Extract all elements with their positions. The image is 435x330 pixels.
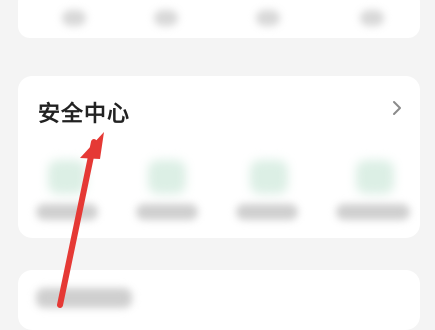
blurred-tool-icon[interactable] [48,160,86,194]
blurred-tool-icon[interactable] [250,160,288,194]
security-center-card[interactable]: 安全中心 [18,76,420,238]
blurred-shortcut-icon[interactable] [154,10,178,26]
top-shortcut-card [18,0,420,38]
chevron-right-icon[interactable] [392,100,402,116]
blurred-shortcut-icon[interactable] [62,10,86,26]
blurred-shortcut-icon[interactable] [256,10,280,26]
blurred-tool-label [36,204,98,220]
blurred-shortcut-icon[interactable] [360,10,384,26]
bottom-card [18,270,420,330]
blurred-tool-label [336,204,410,220]
blurred-tool-label [236,204,298,220]
blurred-tool-icon[interactable] [356,160,394,194]
blurred-tool-label [136,204,198,220]
security-center-title: 安全中心 [38,102,131,127]
blurred-tool-icon[interactable] [148,160,186,194]
blurred-bottom-item[interactable] [36,288,132,308]
